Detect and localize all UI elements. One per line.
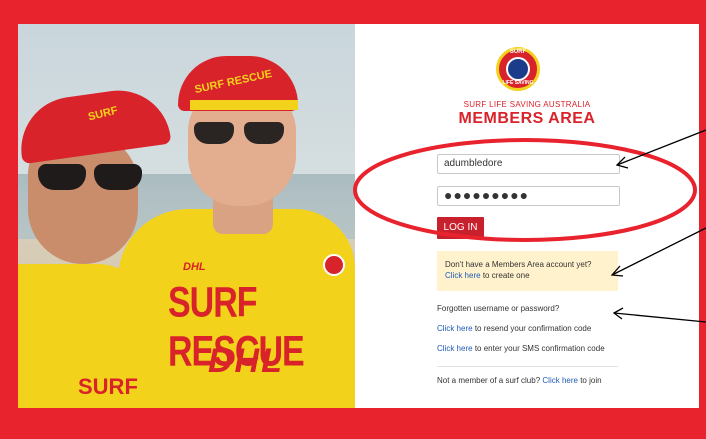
arrow-to-forgot-link — [613, 312, 706, 323]
arrow-to-signup-notice — [611, 227, 706, 276]
annotation-overlay — [353, 129, 706, 323]
